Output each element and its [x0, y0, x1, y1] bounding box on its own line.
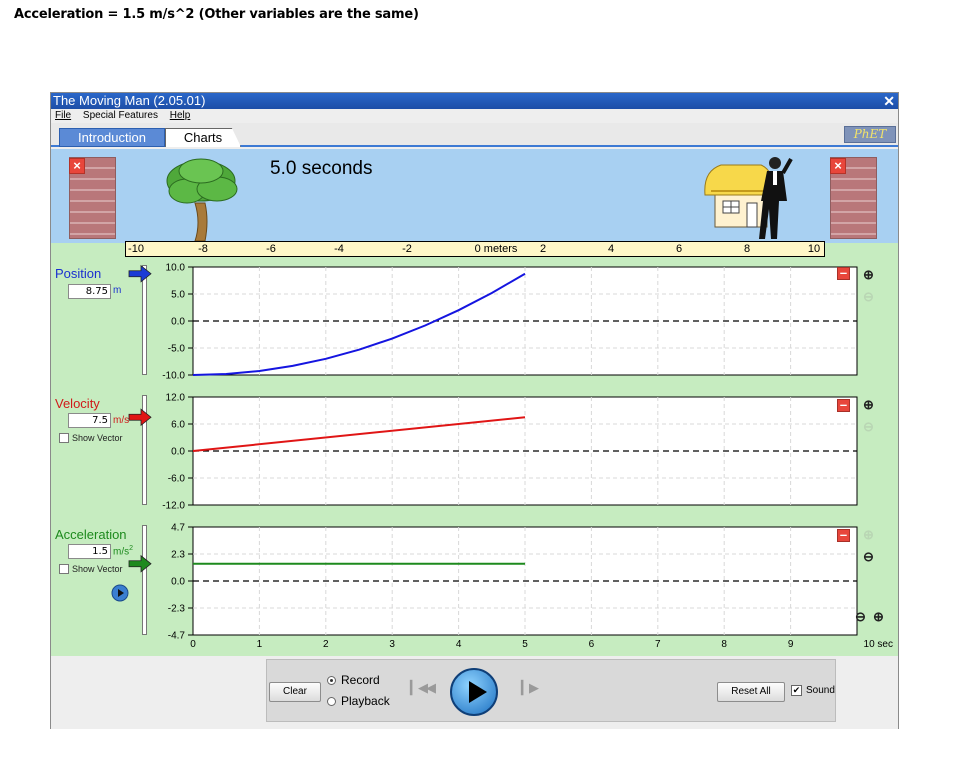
sound-toggle[interactable]: ✔ Sound [791, 685, 835, 696]
time-tick-label: 3 [389, 639, 395, 650]
velocity-tick-label: -12.0 [162, 501, 185, 512]
record-label: Record [341, 673, 380, 687]
sound-label: Sound [806, 685, 835, 696]
acceleration-zoom-out-icon[interactable]: ⊖ [863, 549, 874, 565]
acceleration-tick-label: 0.0 [171, 577, 185, 588]
acceleration-tick-label: 2.3 [171, 550, 185, 561]
time-tick-label: 6 [589, 639, 595, 650]
time-tick-label: 8 [721, 639, 727, 650]
rewind-icon[interactable]: ▎◀◀ [410, 680, 436, 696]
velocity-tick-label: -6.0 [168, 474, 186, 485]
caption: Acceleration = 1.5 m/s^2 (Other variable… [14, 7, 419, 22]
charts-area: 10.05.00.0-5.0-10.012.06.00.0-6.0-12.04.… [128, 263, 893, 650]
time-tick-label: 2 [323, 639, 329, 650]
record-radio[interactable]: Record [327, 673, 380, 687]
playback-controls: Clear Record Playback ▎◀◀ ▎▶ Reset All ✔… [266, 659, 836, 722]
time-zoom-out-icon[interactable]: ⊖ [855, 609, 866, 625]
velocity-tick-label: 6.0 [171, 420, 185, 431]
acceleration-minimize-button[interactable]: – [837, 528, 850, 542]
acceleration-zoom-in-icon[interactable]: ⊕ [863, 527, 874, 543]
acceleration-tick-label: 4.7 [171, 523, 185, 534]
acceleration-tick-label: -4.7 [168, 631, 186, 642]
position-slider-handle [128, 264, 152, 283]
reset-all-button[interactable]: Reset All [717, 682, 785, 702]
playback-label: Playback [341, 694, 390, 708]
playback-radio-dot[interactable] [327, 696, 336, 706]
step-forward-icon[interactable]: ▎▶ [521, 680, 539, 696]
position-tick-label: 5.0 [171, 290, 185, 301]
velocity-minimize-button[interactable]: – [837, 398, 850, 412]
time-tick-label: 7 [655, 639, 661, 650]
time-tick-label: 0 [190, 639, 196, 650]
position-tick-label: 10.0 [166, 263, 186, 274]
velocity-zoom-in-icon[interactable]: ⊕ [863, 397, 874, 413]
velocity-zoom-out-icon[interactable]: ⊖ [863, 419, 874, 435]
acceleration-slider-handle [128, 554, 152, 573]
clear-button[interactable]: Clear [269, 682, 321, 702]
record-radio-dot[interactable] [327, 675, 336, 685]
sound-checkbox[interactable]: ✔ [791, 685, 802, 696]
play-button[interactable] [450, 668, 498, 716]
velocity-tick-label: 12.0 [166, 393, 186, 404]
time-axis-end-label: 10 sec [864, 639, 893, 650]
velocity-tick-label: 0.0 [171, 447, 185, 458]
time-zoom-in-icon[interactable]: ⊕ [873, 609, 884, 625]
position-tick-label: -10.0 [162, 371, 185, 382]
app-window: The Moving Man (2.05.01) ✕ File Special … [50, 92, 899, 729]
velocity-slider-handle [128, 408, 152, 427]
position-tick-label: -5.0 [168, 344, 186, 355]
time-tick-label: 9 [788, 639, 794, 650]
position-tick-label: 0.0 [171, 317, 185, 328]
bottom-bar: Clear Record Playback ▎◀◀ ▎▶ Reset All ✔… [51, 656, 898, 729]
time-tick-label: 1 [257, 639, 263, 650]
playback-radio[interactable]: Playback [327, 694, 390, 708]
time-tick-label: 5 [522, 639, 528, 650]
time-tick-label: 4 [456, 639, 462, 650]
position-zoom-out-icon[interactable]: ⊖ [863, 289, 874, 305]
acceleration-tick-label: -2.3 [168, 604, 186, 615]
position-minimize-button[interactable]: – [837, 266, 850, 280]
position-zoom-in-icon[interactable]: ⊕ [863, 267, 874, 283]
